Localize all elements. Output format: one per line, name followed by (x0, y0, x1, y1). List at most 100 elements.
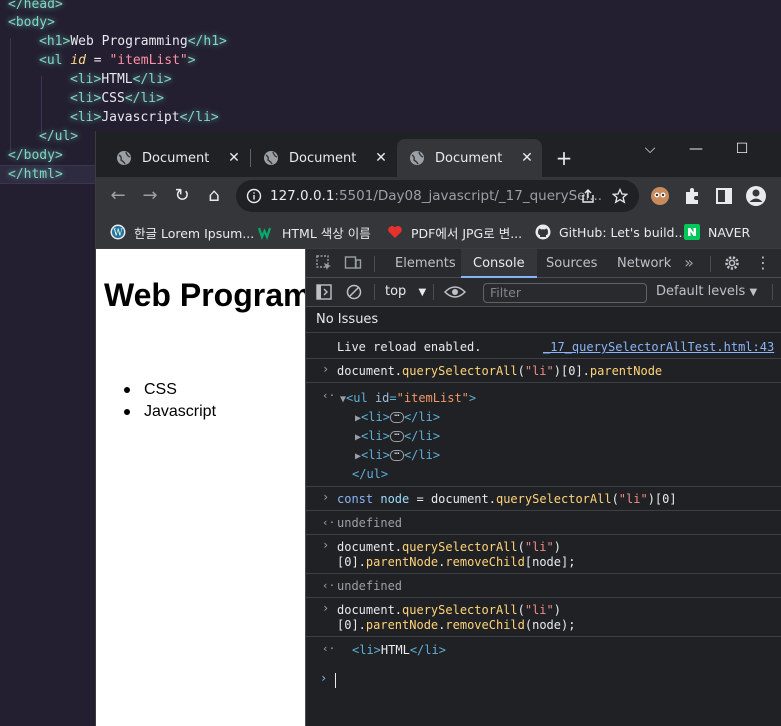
toolbar-divider (374, 284, 375, 300)
maximize-button[interactable]: ☐ (722, 137, 762, 161)
more-tabs-chevron-icon[interactable]: » (680, 254, 698, 272)
dropdown-arrow-icon: ▼ (418, 287, 427, 298)
code-token: </li> (132, 72, 172, 87)
code-line: <li>Javascript</li> (70, 108, 219, 127)
browser-window: Document ✕ Document ✕ Document ✕ + ⌵ — ☐… (95, 131, 781, 726)
naver-icon (684, 224, 700, 240)
bookmark-label: GitHub: Let's build... (559, 224, 687, 240)
globe-icon (117, 151, 131, 165)
code-token: "itemList" (109, 53, 188, 68)
tab-network[interactable]: Network (617, 249, 671, 278)
inspect-element-icon[interactable] (315, 254, 333, 272)
ul-node[interactable]: ▼<ul id="itemList"> (340, 390, 476, 408)
address-bar[interactable]: 127.0.0.1:5501/Day08_javascript/_17_quer… (236, 180, 639, 212)
code-token: Web Programming (70, 34, 188, 49)
code-token: </li> (124, 91, 164, 106)
console-log-row: Live reload enabled. _17_querySelectorAl… (306, 333, 781, 359)
side-panel-icon[interactable] (712, 184, 736, 208)
close-tab-icon[interactable]: ✕ (374, 151, 388, 165)
code-line: </body> (8, 146, 63, 165)
console-result-row: ‹· ▼<ul id="itemList"> ▶<li> ⋯ </li> ▶<li>… (306, 383, 781, 487)
kebab-menu-icon[interactable]: ⋮ (754, 254, 772, 272)
browser-tab-2[interactable]: Document ✕ (251, 139, 396, 177)
console-input-caret[interactable] (335, 673, 336, 688)
tab-strip: Document ✕ Document ✕ Document ✕ + ⌵ — ☐ (96, 131, 781, 177)
bookmark-item[interactable]: PDF에서 JPG로 변... (387, 222, 522, 242)
tab-console[interactable]: Console (461, 249, 537, 278)
toolbar-divider (433, 284, 434, 300)
code-token: </h1> (187, 34, 227, 49)
new-tab-button[interactable]: + (553, 147, 575, 169)
live-expression-eye-icon[interactable] (444, 283, 466, 301)
tab-sources[interactable]: Sources (546, 249, 597, 278)
code-token: Javascript (101, 110, 180, 125)
reload-button[interactable]: ↻ (170, 184, 194, 208)
code-token: </head> (8, 0, 63, 12)
removed-li-node[interactable]: <li>HTML</li> (352, 642, 446, 658)
console-filter-input[interactable]: Filter (483, 283, 647, 303)
code-token: </body> (8, 148, 63, 163)
clear-console-icon[interactable] (345, 283, 363, 301)
bookmark-label: PDF에서 JPG로 변... (411, 225, 523, 241)
li-node[interactable]: ▶<li> ⋯ </li> (355, 447, 440, 465)
browser-tab-3-active[interactable]: Document ✕ (397, 139, 542, 177)
extensions-puzzle-icon[interactable] (680, 184, 704, 208)
log-levels-dropdown[interactable]: Default levels ▼ (656, 284, 757, 299)
globe-icon (264, 151, 278, 165)
list-item: CSS (104, 379, 216, 401)
share-icon[interactable] (580, 188, 596, 204)
url-host: 127.0.0.1 (270, 188, 335, 204)
close-tab-icon[interactable]: ✕ (227, 151, 241, 165)
code-token: <body> (8, 15, 55, 30)
sidebar-toggle-icon[interactable] (315, 283, 333, 301)
svg-text:W: W (113, 229, 123, 239)
forward-button[interactable]: → (138, 184, 162, 208)
code-line: <ul id = "itemList"> (39, 51, 196, 70)
bookmark-item[interactable]: W 한글 Lorem Ipsum... (110, 222, 254, 242)
context-label: top (385, 284, 407, 299)
profile-icon[interactable] (744, 184, 768, 208)
tab-title: Document (142, 150, 210, 166)
issues-status[interactable]: No Issues (306, 307, 781, 333)
console-result-row: ‹· <li>HTML</li> (306, 637, 781, 663)
prompt-chevron-icon: › (320, 671, 328, 685)
page-heading: Web Programming (104, 277, 305, 313)
back-button[interactable]: ← (106, 184, 130, 208)
home-button[interactable]: ⌂ (202, 184, 226, 208)
console-result-row: ‹· undefined (306, 574, 781, 598)
log-source-link[interactable]: _17_querySelectorAllTest.html:43 (543, 339, 774, 355)
li-node[interactable]: ▶<li> ⋯ </li> (355, 428, 440, 446)
extension-avatar-icon[interactable] (648, 184, 672, 208)
devtools-panel: Elements Console Sources Network » ⋮ top… (305, 249, 781, 726)
bookmark-item[interactable]: HTML 색상 이름 (258, 222, 371, 242)
log-message: Live reload enabled. (337, 340, 482, 354)
bookmark-item[interactable]: GitHub: Let's build... (535, 222, 686, 242)
console-output[interactable]: Live reload enabled. _17_querySelectorAl… (306, 333, 781, 726)
input-chevron-icon: › (322, 601, 330, 615)
undefined-result: undefined (337, 516, 403, 530)
console-command: document.querySelectorAll("li") (337, 603, 561, 617)
browser-tab-1[interactable]: Document ✕ (104, 139, 249, 177)
close-tab-icon[interactable]: ✕ (520, 151, 534, 165)
tab-elements[interactable]: Elements (395, 249, 456, 278)
bookmark-star-icon[interactable] (612, 188, 628, 204)
context-selector[interactable]: top ▼ (385, 284, 426, 299)
console-command: document.querySelectorAll("li") (337, 540, 561, 554)
code-token: </ul> (39, 129, 79, 144)
page-viewport[interactable]: Web Programming CSS Javascript (96, 249, 305, 726)
undefined-result: undefined (337, 579, 403, 593)
device-toolbar-icon[interactable] (344, 254, 362, 272)
li-node[interactable]: ▶<li> ⋯ </li> (355, 409, 440, 427)
code-line: <li>HTML</li> (70, 70, 172, 89)
console-input-row: › document.querySelectorAll("li")[0].par… (306, 359, 781, 383)
tab-title: Document (289, 150, 357, 166)
ellipsis-badge: ⋯ (389, 431, 404, 442)
settings-gear-icon[interactable] (723, 254, 741, 272)
bookmark-item[interactable]: NAVER (684, 222, 750, 242)
code-token: <li> (70, 72, 102, 87)
item-list: CSS Javascript (104, 379, 216, 423)
info-icon[interactable] (246, 188, 262, 204)
minimize-button[interactable]: — (676, 137, 716, 161)
tab-search-chevron-icon[interactable]: ⌵ (630, 137, 670, 161)
console-input-row: › const node = document.querySelectorAll… (306, 487, 781, 511)
